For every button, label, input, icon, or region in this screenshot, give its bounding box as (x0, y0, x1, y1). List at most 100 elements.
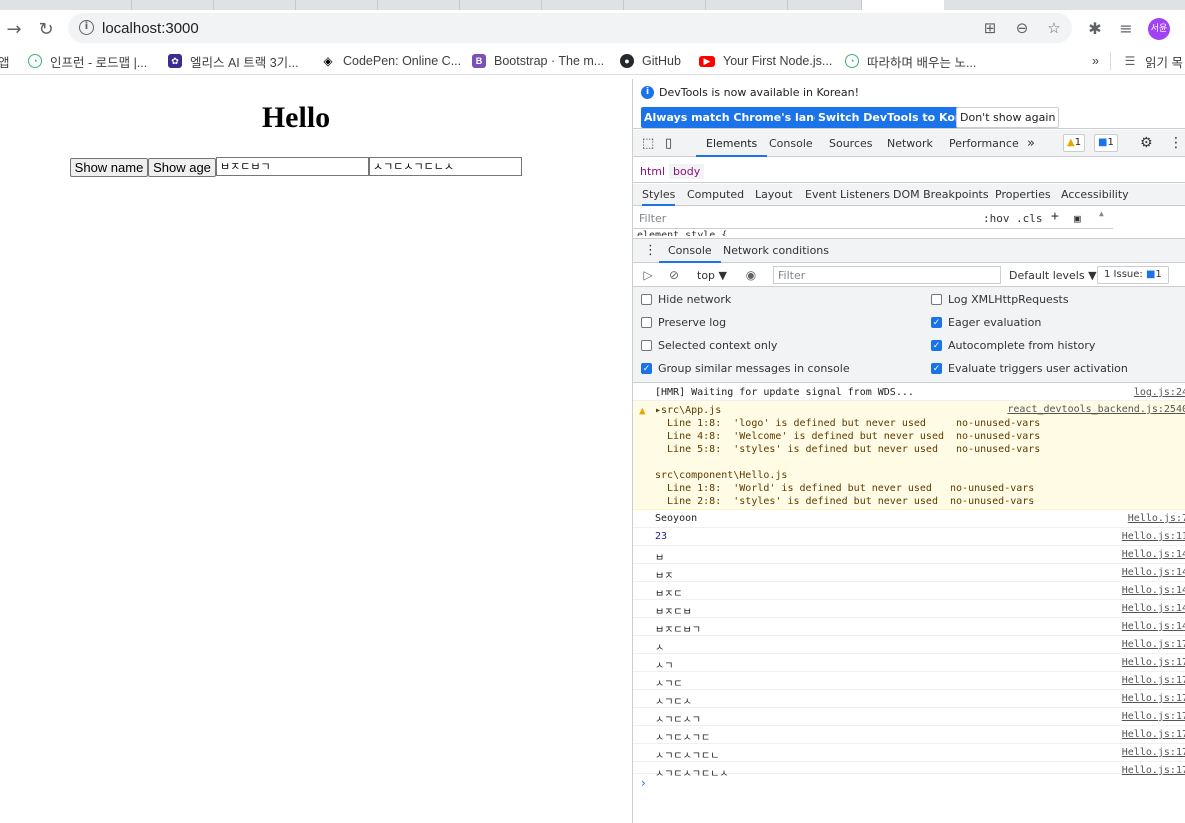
tab-sources[interactable]: Sources (829, 130, 873, 157)
checkbox-checked[interactable]: ✓ (641, 363, 652, 374)
log-source-link[interactable]: Hello.js:17 (1122, 729, 1185, 740)
log-source-link[interactable]: Hello.js:17 (1122, 711, 1185, 722)
site-info-icon[interactable]: i (79, 20, 94, 35)
translate-icon[interactable]: ⊞ (981, 19, 999, 37)
log-source-link[interactable]: react_devtools_backend.js:2540 (1007, 404, 1185, 415)
show-name-button[interactable]: Show name (70, 158, 148, 177)
console-filter-input[interactable]: Filter (773, 266, 1001, 284)
browser-tab[interactable] (132, 0, 214, 10)
issues-button[interactable]: 1 Issue: ■1 (1097, 266, 1169, 284)
checkbox-checked[interactable]: ✓ (931, 340, 942, 351)
log-text[interactable]: ▸src\App.js Line 1:8: 'logo' is defined … (655, 404, 1040, 508)
checkbox-checked[interactable]: ✓ (931, 317, 942, 328)
url-text[interactable]: localhost:3000 (102, 20, 199, 37)
checkbox[interactable] (641, 340, 652, 351)
bookmark-youtube[interactable]: ▶ Your First Node.js... (699, 52, 832, 70)
log-source-link[interactable]: Hello.js:14 (1122, 603, 1185, 614)
bookmark-inflearn[interactable]: ◔ 인프런 - 로드맵 |... (28, 52, 147, 70)
subtab-accessibility[interactable]: Accessibility (1061, 184, 1129, 206)
info-badge[interactable]: ■1 (1094, 134, 1118, 152)
log-source-link[interactable]: Hello.js:14 (1122, 585, 1185, 596)
opt-eager-eval[interactable]: ✓ Eager evaluation (931, 316, 1041, 329)
address-bar[interactable]: i localhost:3000 ⊞ ⊖ ☆ (68, 13, 1072, 43)
log-source-link[interactable]: Hello.js:14 (1122, 567, 1185, 578)
opt-selected-context[interactable]: Selected context only (641, 339, 777, 352)
drawer-menu-icon[interactable]: ⋮ (644, 239, 657, 263)
opt-autocomplete[interactable]: ✓ Autocomplete from history (931, 339, 1095, 352)
log-source-link[interactable]: Hello.js:17 (1122, 747, 1185, 758)
log-source-link[interactable]: Hello.js:11 (1122, 531, 1185, 542)
inspect-icon[interactable]: ⬚ (642, 130, 654, 157)
show-age-button[interactable]: Show age (148, 158, 216, 177)
styles-filter-input[interactable]: Filter :hov .cls + ▣ ▲ (633, 207, 1113, 229)
context-selector[interactable]: top ▼ (697, 269, 727, 282)
log-levels-dropdown[interactable]: Default levels ▼ (1009, 269, 1097, 282)
drawer-tab-console[interactable]: Console (659, 239, 721, 263)
clear-console-icon[interactable]: ⊘ (667, 268, 681, 282)
zoom-icon[interactable]: ⊖ (1013, 19, 1031, 37)
log-source-link[interactable]: Hello.js:7 (1128, 513, 1185, 524)
warnings-badge[interactable]: ▲1 (1063, 134, 1086, 152)
bookmark-inflearn-node[interactable]: ◔ 따라하며 배우는 노... (845, 52, 976, 70)
breadcrumb-html[interactable]: html (636, 164, 669, 179)
cls-toggle[interactable]: .cls (1016, 212, 1043, 225)
log-source-link[interactable]: Hello.js:14 (1122, 621, 1185, 632)
forward-icon[interactable]: → (3, 18, 25, 40)
console-prompt-input[interactable]: › (641, 776, 646, 790)
subtab-styles[interactable]: Styles (642, 184, 676, 206)
log-source-link[interactable]: Hello.js:17 (1122, 657, 1185, 668)
browser-tab[interactable] (378, 0, 460, 10)
tab-network[interactable]: Network (887, 130, 933, 157)
tab-elements[interactable]: Elements (696, 130, 768, 157)
checkbox[interactable] (641, 294, 652, 305)
more-tabs-chevron[interactable]: » (1027, 130, 1035, 157)
text-input-2[interactable]: ㅅㄱㄷㅅㄱㄷㄴㅅ (369, 157, 522, 176)
scroll-up-icon[interactable]: ▲ (1099, 209, 1104, 218)
browser-tab[interactable] (460, 0, 542, 10)
opt-log-xhr[interactable]: Log XMLHttpRequests (931, 293, 1069, 306)
log-source-link[interactable]: Hello.js:14 (1122, 549, 1185, 560)
kebab-menu-icon[interactable]: ⋮ (1169, 130, 1183, 157)
log-source-link[interactable]: Hello.js:17 (1122, 693, 1185, 704)
log-source-link[interactable]: Hello.js:17 (1122, 765, 1185, 776)
checkbox[interactable] (931, 294, 942, 305)
active-browser-tab[interactable] (862, 0, 944, 10)
drawer-tab-network-conditions[interactable]: Network conditions (723, 239, 829, 263)
sidebar-play-icon[interactable]: ▷ (641, 268, 655, 282)
subtab-computed[interactable]: Computed (687, 184, 744, 206)
opt-hide-network[interactable]: Hide network (641, 293, 731, 306)
log-source-link[interactable]: log.js:24 (1134, 387, 1185, 398)
bookmark-github[interactable]: ● GitHub (620, 52, 681, 70)
subtab-event-listeners[interactable]: Event Listeners (805, 184, 890, 206)
bookmark-elice[interactable]: ✿ 엘리스 AI 트랙 3기... (168, 52, 299, 70)
browser-tab[interactable] (50, 0, 132, 10)
device-toggle-icon[interactable]: ▯ (665, 130, 672, 157)
hov-toggle[interactable]: :hov (983, 212, 1010, 225)
opt-preserve-log[interactable]: Preserve log (641, 316, 726, 329)
browser-tab[interactable] (788, 0, 862, 10)
sidebar-toggle-icon[interactable]: ▣ (1074, 212, 1081, 225)
live-expression-eye-icon[interactable]: ◉ (744, 268, 758, 282)
new-rule-icon[interactable]: + (1051, 209, 1059, 224)
media-icon[interactable]: ≡ (1116, 19, 1136, 39)
subtab-properties[interactable]: Properties (995, 184, 1051, 206)
tab-performance[interactable]: Performance (949, 130, 1019, 157)
browser-tab[interactable] (624, 0, 706, 10)
breadcrumb-body[interactable]: body (669, 164, 705, 179)
extensions-icon[interactable]: ✱ (1085, 19, 1105, 39)
bookmarks-more[interactable]: » (1092, 52, 1099, 70)
profile-avatar[interactable]: 서윤 (1148, 18, 1170, 40)
browser-tab[interactable] (296, 0, 378, 10)
opt-evaluate-triggers[interactable]: ✓ Evaluate triggers user activation (931, 362, 1128, 375)
log-source-link[interactable]: Hello.js:17 (1122, 675, 1185, 686)
checkbox-checked[interactable]: ✓ (931, 363, 942, 374)
bookmark-apps[interactable]: 앱 (0, 52, 10, 70)
star-icon[interactable]: ☆ (1045, 19, 1063, 37)
reading-list[interactable]: ☰ 읽기 목 (1110, 52, 1183, 70)
settings-gear-icon[interactable]: ⚙ (1140, 130, 1153, 157)
opt-group-similar[interactable]: ✓ Group similar messages in console (641, 362, 850, 375)
browser-tab[interactable] (706, 0, 788, 10)
browser-tab[interactable] (214, 0, 296, 10)
subtab-layout[interactable]: Layout (755, 184, 792, 206)
browser-tab[interactable] (542, 0, 624, 10)
